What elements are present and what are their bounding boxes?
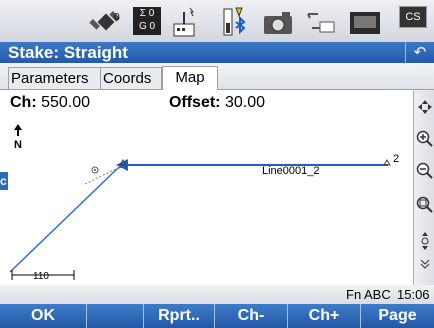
- side-tab[interactable]: c: [0, 172, 8, 190]
- fn-status-bar: Fn ABC 15:06: [0, 285, 434, 304]
- report-button[interactable]: Rprt..: [144, 304, 215, 328]
- tab-coords[interactable]: Coords: [100, 67, 162, 89]
- softkey-blank[interactable]: [87, 304, 144, 328]
- line-label: Line0001_2: [262, 165, 320, 177]
- status-bar: 0 Σ 0 G 0 CS: [0, 0, 434, 42]
- map-canvas[interactable]: N 2 Line0001_2 110: [0, 90, 413, 285]
- more-down-icon[interactable]: [414, 258, 434, 270]
- map-toolbar: [413, 90, 434, 285]
- tab-bar: Parameters Coords Map: [0, 63, 434, 90]
- ok-button[interactable]: OK: [0, 304, 87, 328]
- quality-top: Σ 0: [139, 8, 155, 19]
- softkey-bar: OK Rprt.. Ch- Ch+ Page: [0, 304, 434, 328]
- antenna-icon[interactable]: [170, 6, 200, 38]
- north-label: N: [14, 139, 22, 151]
- fn-indicator[interactable]: Fn: [346, 287, 361, 302]
- title-bar: Stake: Straight ↶: [0, 42, 434, 63]
- north-arrow-icon: N: [14, 124, 22, 151]
- back-button[interactable]: ↶: [405, 42, 434, 63]
- traverse-line: [9, 164, 129, 273]
- satellite-icon[interactable]: 0: [88, 6, 126, 38]
- scale-label: 110: [33, 271, 49, 282]
- map-panel[interactable]: Ch: 550.00 Offset: 30.00 N 2 Line0001_2 …: [0, 90, 413, 285]
- memory-icon[interactable]: [348, 6, 382, 38]
- chainage-minus-button[interactable]: Ch-: [215, 304, 288, 328]
- zoom-extent-icon[interactable]: [414, 194, 434, 216]
- end-point-label: 2: [393, 153, 399, 165]
- page-title: Stake: Straight: [8, 43, 128, 62]
- page-button[interactable]: Page: [361, 304, 434, 328]
- quality-bottom: G 0: [138, 21, 156, 32]
- tools-icon[interactable]: [304, 6, 338, 38]
- input-mode[interactable]: ABC: [364, 287, 391, 302]
- camera-icon[interactable]: [262, 6, 294, 38]
- back-arrow-icon: ↶: [413, 44, 427, 61]
- tab-map[interactable]: Map: [162, 66, 218, 90]
- position-quality-icon[interactable]: Σ 0 G 0: [133, 7, 161, 35]
- zoom-out-icon[interactable]: [414, 160, 434, 182]
- cs-device-icon[interactable]: CS: [399, 6, 427, 28]
- clock: 15:06: [397, 287, 430, 302]
- battery-bluetooth-icon[interactable]: [222, 6, 250, 38]
- center-position-icon[interactable]: [414, 230, 434, 252]
- satellite-count: 0: [114, 12, 120, 23]
- tab-parameters[interactable]: Parameters: [8, 67, 102, 89]
- chainage-plus-button[interactable]: Ch+: [288, 304, 361, 328]
- guide-line: [84, 167, 119, 185]
- scale-bar: 110: [11, 270, 75, 282]
- pan-icon[interactable]: [414, 96, 434, 118]
- zoom-in-icon[interactable]: [414, 128, 434, 150]
